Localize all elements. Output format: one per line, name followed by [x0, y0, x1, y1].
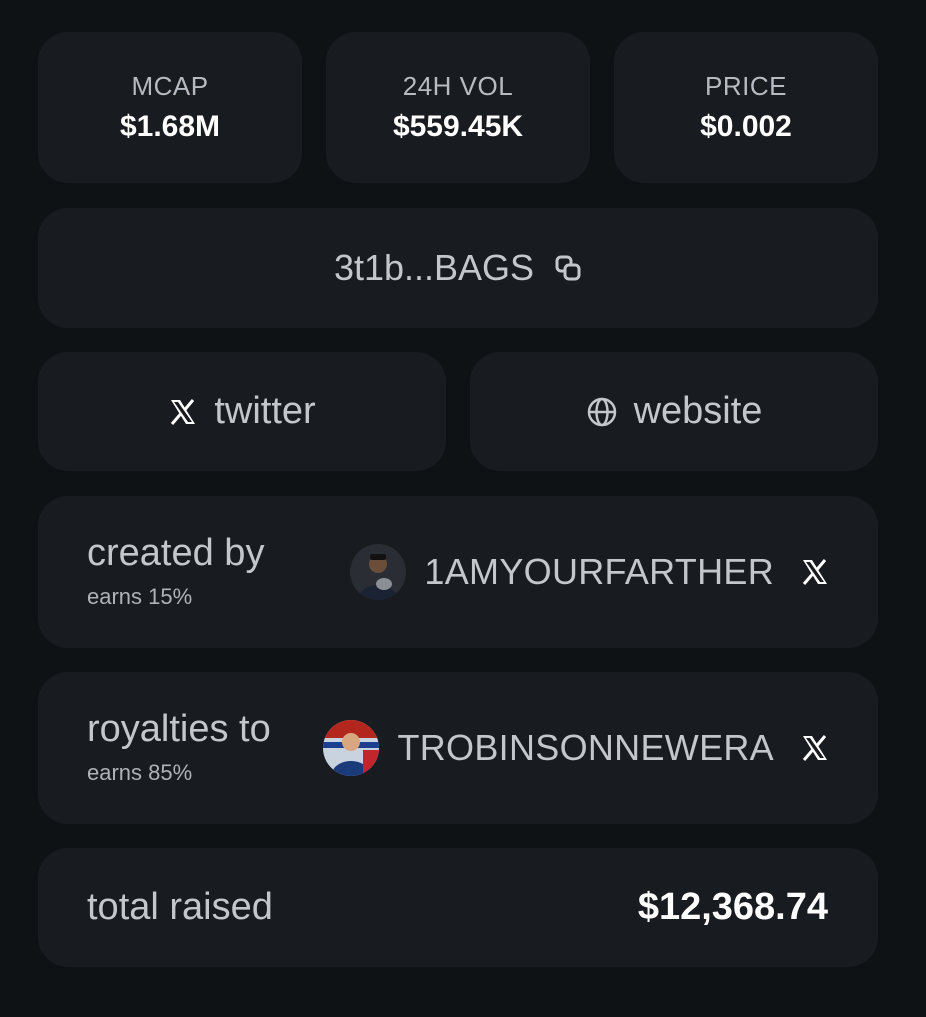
- total-raised-label: total raised: [87, 886, 273, 928]
- creator-title: created by: [87, 532, 265, 575]
- globe-icon: [586, 396, 618, 428]
- royalties-handle: TROBINSONNEWERA: [397, 727, 774, 768]
- volume-stat-card: 24H VOL $559.45K: [326, 32, 590, 183]
- creator-avatar: [350, 544, 407, 600]
- royalties-x-icon[interactable]: [800, 733, 830, 763]
- creator-info: created by earns 15%: [87, 496, 264, 648]
- contract-address-button[interactable]: 3t1b...BAGS: [38, 208, 878, 328]
- royalties-card: royalties to earns 85% TROBINSONNEWERA: [38, 672, 878, 824]
- mcap-value: $1.68M: [119, 110, 221, 143]
- copy-icon[interactable]: [554, 254, 582, 282]
- mcap-label: MCAP: [131, 71, 209, 101]
- price-label: PRICE: [705, 71, 787, 101]
- royalties-profile-link[interactable]: TROBINSONNEWERA: [323, 672, 830, 824]
- mcap-stat-card: MCAP $1.68M: [38, 32, 302, 183]
- total-raised-value: $12,368.74: [637, 886, 828, 928]
- twitter-label: twitter: [214, 390, 316, 432]
- creator-handle: 1AMYOURFARTHER: [424, 551, 774, 592]
- volume-label: 24H VOL: [402, 71, 514, 101]
- royalties-avatar: [323, 720, 380, 776]
- creator-earns: earns 15%: [87, 583, 193, 609]
- twitter-link-button[interactable]: twitter: [38, 352, 446, 471]
- creator-profile-link[interactable]: 1AMYOURFARTHER: [350, 496, 830, 648]
- royalties-earns: earns 85%: [87, 759, 193, 785]
- volume-value: $559.45K: [392, 110, 524, 143]
- contract-address: 3t1b...BAGS: [333, 247, 535, 288]
- website-label: website: [633, 390, 763, 432]
- website-link-button[interactable]: website: [470, 352, 878, 471]
- royalties-info: royalties to earns 85%: [87, 672, 271, 824]
- creator-x-icon[interactable]: [800, 557, 830, 587]
- price-value: $0.002: [700, 110, 792, 143]
- royalties-title: royalties to: [87, 708, 271, 751]
- x-logo-icon: [168, 397, 198, 427]
- creator-card: created by earns 15% 1AMYOURFARTHER: [38, 496, 878, 648]
- total-raised-card: total raised $12,368.74: [38, 848, 878, 967]
- price-stat-card: PRICE $0.002: [614, 32, 878, 183]
